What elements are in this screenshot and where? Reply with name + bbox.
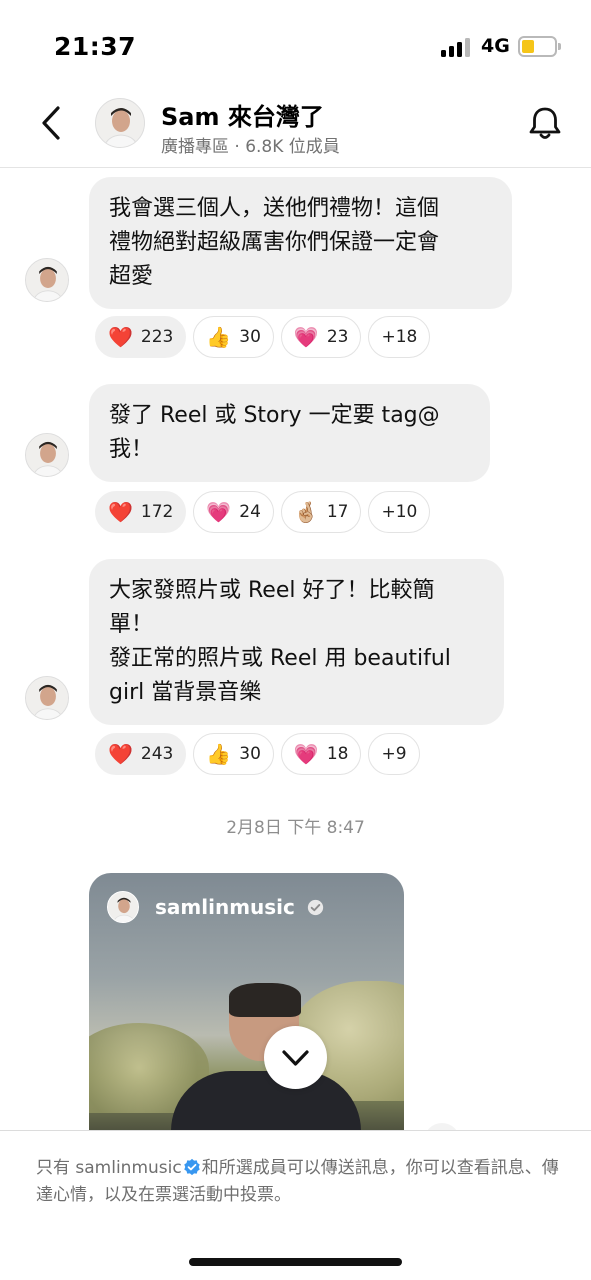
message-bubble[interactable]: 大家發照片或 Reel 好了！比較簡 單！ 發正常的照片或 Reel 用 bea… [89,559,504,725]
growing-heart-emoji-icon: 💗 [293,742,319,766]
back-button[interactable] [34,102,68,144]
message-bubble[interactable]: 我會選三個人，送他們禮物！這個 禮物絕對超級厲害你們保證一定會 超愛 [89,177,512,309]
profile-photo-icon [108,892,138,922]
battery-nub [558,43,561,50]
channel-avatar[interactable] [95,98,145,148]
message-text: 單！ [109,612,154,637]
bell-icon [529,107,561,139]
message-text: 我！ [109,437,154,462]
message-text: 超愛 [109,264,154,289]
channel-title[interactable]: Sam 來台灣了 [161,97,324,132]
sender-avatar[interactable] [25,676,69,720]
reaction-count: 243 [140,744,174,764]
reaction-more[interactable]: +18 [368,316,431,358]
home-indicator [189,1258,402,1266]
message-text: 發正常的照片或 Reel 用 beautiful [109,646,451,671]
reaction-count: 17 [326,502,349,522]
reaction-count: 24 [239,502,261,522]
profile-photo-icon [26,434,68,476]
status-time: 21:37 [54,32,137,61]
reaction-more[interactable]: +9 [368,733,420,775]
reaction-count: 30 [239,327,261,347]
message-bubble[interactable]: 發了 Reel 或 Story 一定要 tag@ 我！ [89,384,490,482]
shared-reel-card[interactable]: samlinmusic [89,873,404,1135]
message-text: 大家發照片或 Reel 好了！比較簡 [109,578,435,603]
reaction-count: 18 [326,744,349,764]
heart-emoji-icon: ❤️ [108,325,133,349]
sender-avatar[interactable] [25,433,69,477]
sender-avatar[interactable] [25,258,69,302]
reaction-heart[interactable]: ❤️ 172 [95,491,187,533]
reaction-pink-heart[interactable]: 💗 24 [193,491,274,533]
broadcast-notice: 只有 samlinmusic 和所選成員可以傳送訊息，你可以查看訊息、傳達心情，… [36,1155,566,1209]
reaction-count: 172 [140,502,174,522]
reaction-crossed-fingers[interactable]: 🤞🏼 17 [280,491,362,533]
battery-icon [518,36,557,57]
profile-photo-icon [96,99,144,147]
reaction-heart[interactable]: ❤️ 243 [95,733,187,775]
reaction-more[interactable]: +10 [368,491,431,533]
heart-emoji-icon: ❤️ [108,742,133,766]
message-text: 發了 Reel 或 Story 一定要 tag@ [109,403,440,428]
notifications-button[interactable] [525,103,565,143]
reaction-thumbs-up[interactable]: 👍 30 [193,733,274,775]
reaction-bar: ❤️ 243 👍 30 💗 18 +9 [95,733,420,775]
message-text: girl 當背景音樂 [109,680,262,705]
reaction-count: 30 [239,744,261,764]
message-text: 禮物絕對超級厲害你們保證一定會 [109,230,440,255]
reaction-thumbs-up[interactable]: 👍 30 [193,316,274,358]
profile-photo-icon [26,677,68,719]
thumbs-up-emoji-icon: 👍 [206,742,232,766]
chevron-left-icon [42,106,60,140]
heart-emoji-icon: ❤️ [108,500,133,524]
reaction-pink-heart[interactable]: 💗 23 [280,316,362,358]
status-bar: 21:37 4G [0,0,591,90]
message-text: 我會選三個人，送他們禮物！這個 [109,196,440,221]
chevron-down-icon [282,1050,309,1066]
scroll-down-button[interactable] [264,1026,327,1089]
growing-heart-emoji-icon: 💗 [206,500,232,524]
reel-owner-row[interactable]: samlinmusic [155,895,324,919]
reaction-heart[interactable]: ❤️ 223 [95,316,187,358]
reel-thumbnail-figure [229,983,301,1017]
reel-owner-username: samlinmusic [155,895,295,919]
network-label: 4G [481,35,510,57]
profile-photo-icon [26,259,68,301]
crossed-fingers-emoji-icon: 🤞🏼 [293,500,319,524]
growing-heart-emoji-icon: 💗 [293,325,319,349]
reaction-bar: ❤️ 223 👍 30 💗 23 +18 [95,316,431,358]
chat-header: Sam 來台灣了 廣播專區 · 6.8K 位成員 [0,90,591,168]
channel-subtitle: 廣播專區 · 6.8K 位成員 [161,137,340,157]
reel-owner-avatar[interactable] [107,891,139,923]
signal-icon [441,38,473,57]
reaction-pink-heart[interactable]: 💗 18 [280,733,362,775]
date-separator: 2月8日 下午 8:47 [226,818,365,838]
verified-badge-icon [183,1158,200,1176]
reaction-count: 223 [140,327,174,347]
reaction-count: 23 [326,327,349,347]
verified-badge-icon [307,899,324,916]
thumbs-up-emoji-icon: 👍 [206,325,232,349]
reaction-bar: ❤️ 172 💗 24 🤞🏼 17 +10 [95,491,431,533]
notice-prefix: 只有 samlinmusic [36,1158,182,1178]
